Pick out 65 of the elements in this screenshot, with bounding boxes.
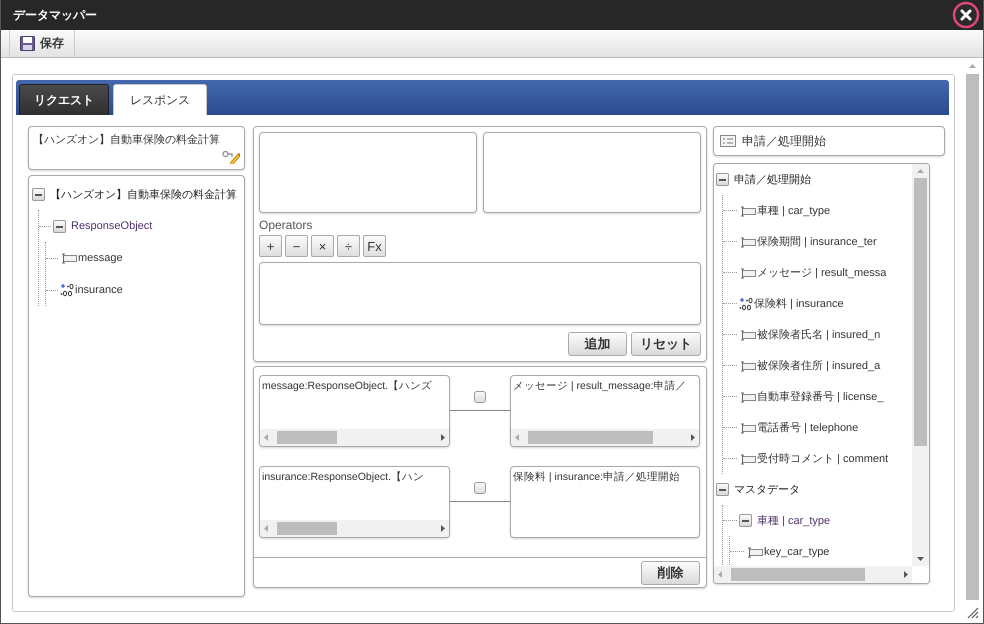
text-field-icon bbox=[739, 390, 756, 402]
mapping-source-text: insurance:ResponseObject.【ハン bbox=[261, 470, 425, 485]
horizontal-scrollbar[interactable] bbox=[714, 566, 912, 583]
tree-item[interactable]: message bbox=[77, 252, 124, 264]
mapping-checkbox[interactable] bbox=[474, 391, 486, 403]
tree-item[interactable]: 車種 | car_type bbox=[756, 203, 832, 218]
tree-item[interactable]: insurance bbox=[74, 284, 124, 296]
text-field-icon bbox=[739, 236, 756, 248]
tree-item[interactable]: 申請／処理開始 bbox=[733, 172, 812, 187]
mapping-checkbox[interactable] bbox=[474, 482, 486, 494]
operator-button[interactable]: + bbox=[259, 235, 282, 257]
tree-toggle[interactable] bbox=[739, 514, 752, 527]
mapping-target-text: メッセージ | result_message:申請／ bbox=[512, 379, 688, 394]
tree-toggle[interactable] bbox=[53, 220, 66, 232]
tree-item[interactable]: 保険料 | insurance bbox=[753, 296, 845, 311]
tree-item[interactable]: ResponseObject bbox=[70, 220, 154, 232]
tree-item[interactable]: 被保険者住所 | insured_a bbox=[756, 358, 882, 373]
save-button[interactable]: 保存 bbox=[9, 30, 75, 57]
source-title: 【ハンズオン】自動車保険の料金計算 bbox=[33, 132, 221, 147]
tab[interactable]: リクエスト bbox=[19, 84, 109, 115]
resize-grip-icon[interactable] bbox=[965, 605, 979, 619]
tree-toggle[interactable] bbox=[32, 188, 45, 200]
tree-toggle[interactable] bbox=[716, 173, 729, 186]
list-icon bbox=[720, 135, 736, 147]
decimal-icon bbox=[60, 283, 74, 297]
close-button[interactable] bbox=[951, 0, 981, 30]
horizontal-scrollbar[interactable] bbox=[260, 429, 449, 446]
operator-button[interactable]: × bbox=[311, 235, 334, 257]
horizontal-scrollbar[interactable] bbox=[260, 520, 449, 537]
tree-item[interactable]: マスタデータ bbox=[733, 482, 801, 497]
tree-item[interactable]: 自動車登録番号 | license_ bbox=[756, 389, 884, 404]
tree-item[interactable]: 保険期間 | insurance_ter bbox=[756, 234, 878, 249]
tree-item[interactable]: 【ハンズオン】自動車保険の料金計算 bbox=[49, 186, 238, 202]
edit-icon[interactable] bbox=[222, 150, 240, 164]
tree-item[interactable]: 受付時コメント | comment bbox=[756, 451, 890, 466]
action-button[interactable]: リセット bbox=[631, 332, 701, 356]
decimal-icon bbox=[739, 296, 753, 310]
window-title: データマッパー bbox=[13, 6, 97, 24]
text-field-icon bbox=[739, 452, 756, 464]
expression-field[interactable] bbox=[259, 262, 701, 325]
tree-item[interactable]: メッセージ | result_messa bbox=[756, 265, 888, 280]
mapping-source-text: message:ResponseObject.【ハンズ bbox=[261, 379, 434, 394]
delete-button[interactable]: 削除 bbox=[641, 561, 700, 585]
operators-label: Operators bbox=[259, 218, 314, 232]
target-title: 申請／処理開始 bbox=[742, 132, 826, 150]
operator-button[interactable]: − bbox=[285, 235, 308, 257]
tree-item[interactable]: key_car_type bbox=[763, 546, 830, 558]
mapping-target-text: 保険料 | insurance:申請／処理開始 bbox=[512, 470, 682, 485]
text-field-icon bbox=[739, 328, 756, 340]
text-field-icon bbox=[60, 252, 77, 264]
tree-item[interactable]: 被保険者氏名 | insured_n bbox=[756, 327, 882, 342]
text-field-icon bbox=[746, 546, 763, 558]
text-field-icon bbox=[739, 360, 756, 372]
text-field-icon bbox=[739, 204, 756, 216]
operator-button[interactable]: Fx bbox=[363, 235, 386, 257]
tree-item[interactable]: 車種 | car_type bbox=[756, 513, 832, 528]
tab[interactable]: レスポンス bbox=[113, 84, 207, 115]
tree-toggle[interactable] bbox=[716, 483, 729, 496]
vertical-scrollbar[interactable] bbox=[912, 164, 929, 566]
horizontal-scrollbar[interactable] bbox=[511, 429, 699, 446]
tree-item[interactable]: 電話番号 | telephone bbox=[756, 420, 860, 435]
text-field-icon bbox=[739, 422, 756, 434]
action-button[interactable]: 追加 bbox=[568, 332, 627, 356]
text-field-icon bbox=[739, 266, 756, 278]
operator-button[interactable]: ÷ bbox=[337, 235, 360, 257]
